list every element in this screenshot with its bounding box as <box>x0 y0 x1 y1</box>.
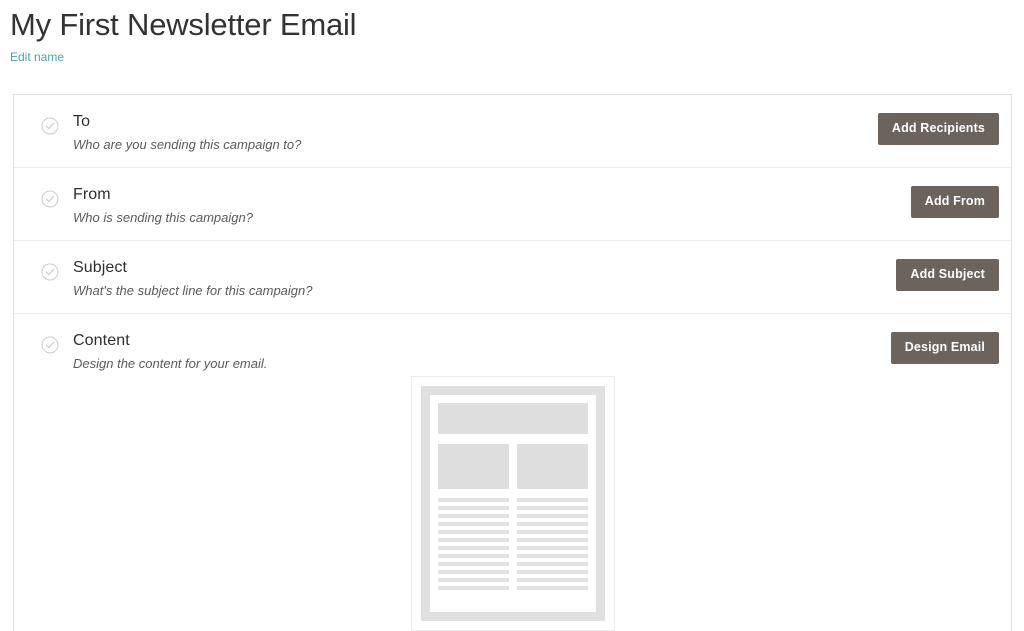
thumbnail-text-line <box>437 506 509 510</box>
thumbnail-image-block <box>437 444 509 489</box>
thumbnail-text-line <box>437 586 509 590</box>
thumbnail-text-line <box>516 522 588 526</box>
checklist-row-action: Add Recipients <box>877 113 999 145</box>
checklist-row-title: From <box>73 186 111 203</box>
checklist-row-title: To <box>73 113 91 130</box>
design-email-button[interactable]: Design Email <box>890 332 999 364</box>
thumbnail-text-line <box>437 522 509 526</box>
checklist-row-text: To Who are you sending this campaign to? <box>73 111 878 153</box>
email-template-thumbnail[interactable] <box>410 376 615 631</box>
checklist-row-subtitle: Who is sending this campaign? <box>73 210 253 225</box>
thumbnail-text-line <box>516 538 588 542</box>
add-recipients-button[interactable]: Add Recipients <box>877 113 999 145</box>
checklist-row-text: Content Design the content for your emai… <box>73 330 891 372</box>
thumbnail-text-line <box>437 578 509 582</box>
thumbnail-text-line <box>516 562 588 566</box>
thumbnail-text-line <box>516 498 588 502</box>
checklist-row-subtitle: What's the subject line for this campaig… <box>73 283 313 298</box>
thumbnail-header-block <box>437 403 588 434</box>
checklist-row-title: Content <box>73 332 130 349</box>
checklist-row-subtitle: Design the content for your email. <box>73 356 268 371</box>
page-title: My First Newsletter Email <box>10 7 357 42</box>
thumbnail-text-line <box>516 506 588 510</box>
thumbnail-page <box>429 395 596 612</box>
thumbnail-text-line <box>437 570 509 574</box>
thumbnail-text-line <box>516 530 588 534</box>
thumbnail-frame <box>420 386 605 621</box>
thumbnail-text-line <box>437 562 509 566</box>
thumbnail-text-column <box>437 498 509 590</box>
thumbnail-text-line <box>516 586 588 590</box>
checklist-row-action: Add Subject <box>896 259 999 291</box>
thumbnail-text-line <box>437 538 509 542</box>
thumbnail-text-line <box>437 554 509 558</box>
page-header: My First Newsletter Email Edit name <box>0 0 1024 66</box>
thumbnail-text-line <box>516 554 588 558</box>
checklist-row-action: Design Email <box>890 332 999 364</box>
thumbnail-text-line <box>437 498 509 502</box>
edit-name-link[interactable]: Edit name <box>10 50 64 64</box>
campaign-checklist-card: To Who are you sending this campaign to?… <box>13 94 1012 631</box>
thumbnail-text-row <box>437 498 588 604</box>
checklist-row-from[interactable]: From Who is sending this campaign? Add F… <box>14 167 1011 240</box>
checklist-row-subtitle: Who are you sending this campaign to? <box>73 137 302 152</box>
checklist-row-title: Subject <box>73 259 128 276</box>
thumbnail-text-column <box>516 498 588 590</box>
checklist-row-action: Add From <box>910 186 999 218</box>
check-circle-icon <box>41 190 59 208</box>
thumbnail-text-line <box>437 546 509 550</box>
thumbnail-text-line <box>437 514 509 518</box>
check-circle-icon <box>41 336 59 354</box>
checklist-row-text: From Who is sending this campaign? <box>73 184 911 226</box>
checklist-row-to[interactable]: To Who are you sending this campaign to?… <box>14 95 1011 167</box>
thumbnail-image-block <box>516 444 588 489</box>
thumbnail-image-row <box>437 444 588 489</box>
thumbnail-text-line <box>516 514 588 518</box>
check-circle-icon <box>41 263 59 281</box>
checklist-row-content[interactable]: Content Design the content for your emai… <box>14 313 1011 386</box>
checklist-row-text: Subject What's the subject line for this… <box>73 257 896 299</box>
check-circle-icon <box>41 117 59 135</box>
checklist-row-subject[interactable]: Subject What's the subject line for this… <box>14 240 1011 313</box>
content-preview-area <box>14 376 1011 631</box>
thumbnail-text-line <box>516 570 588 574</box>
add-from-button[interactable]: Add From <box>910 186 999 218</box>
thumbnail-text-line <box>516 578 588 582</box>
add-subject-button[interactable]: Add Subject <box>896 259 999 291</box>
thumbnail-text-line <box>516 546 588 550</box>
thumbnail-text-line <box>437 530 509 534</box>
